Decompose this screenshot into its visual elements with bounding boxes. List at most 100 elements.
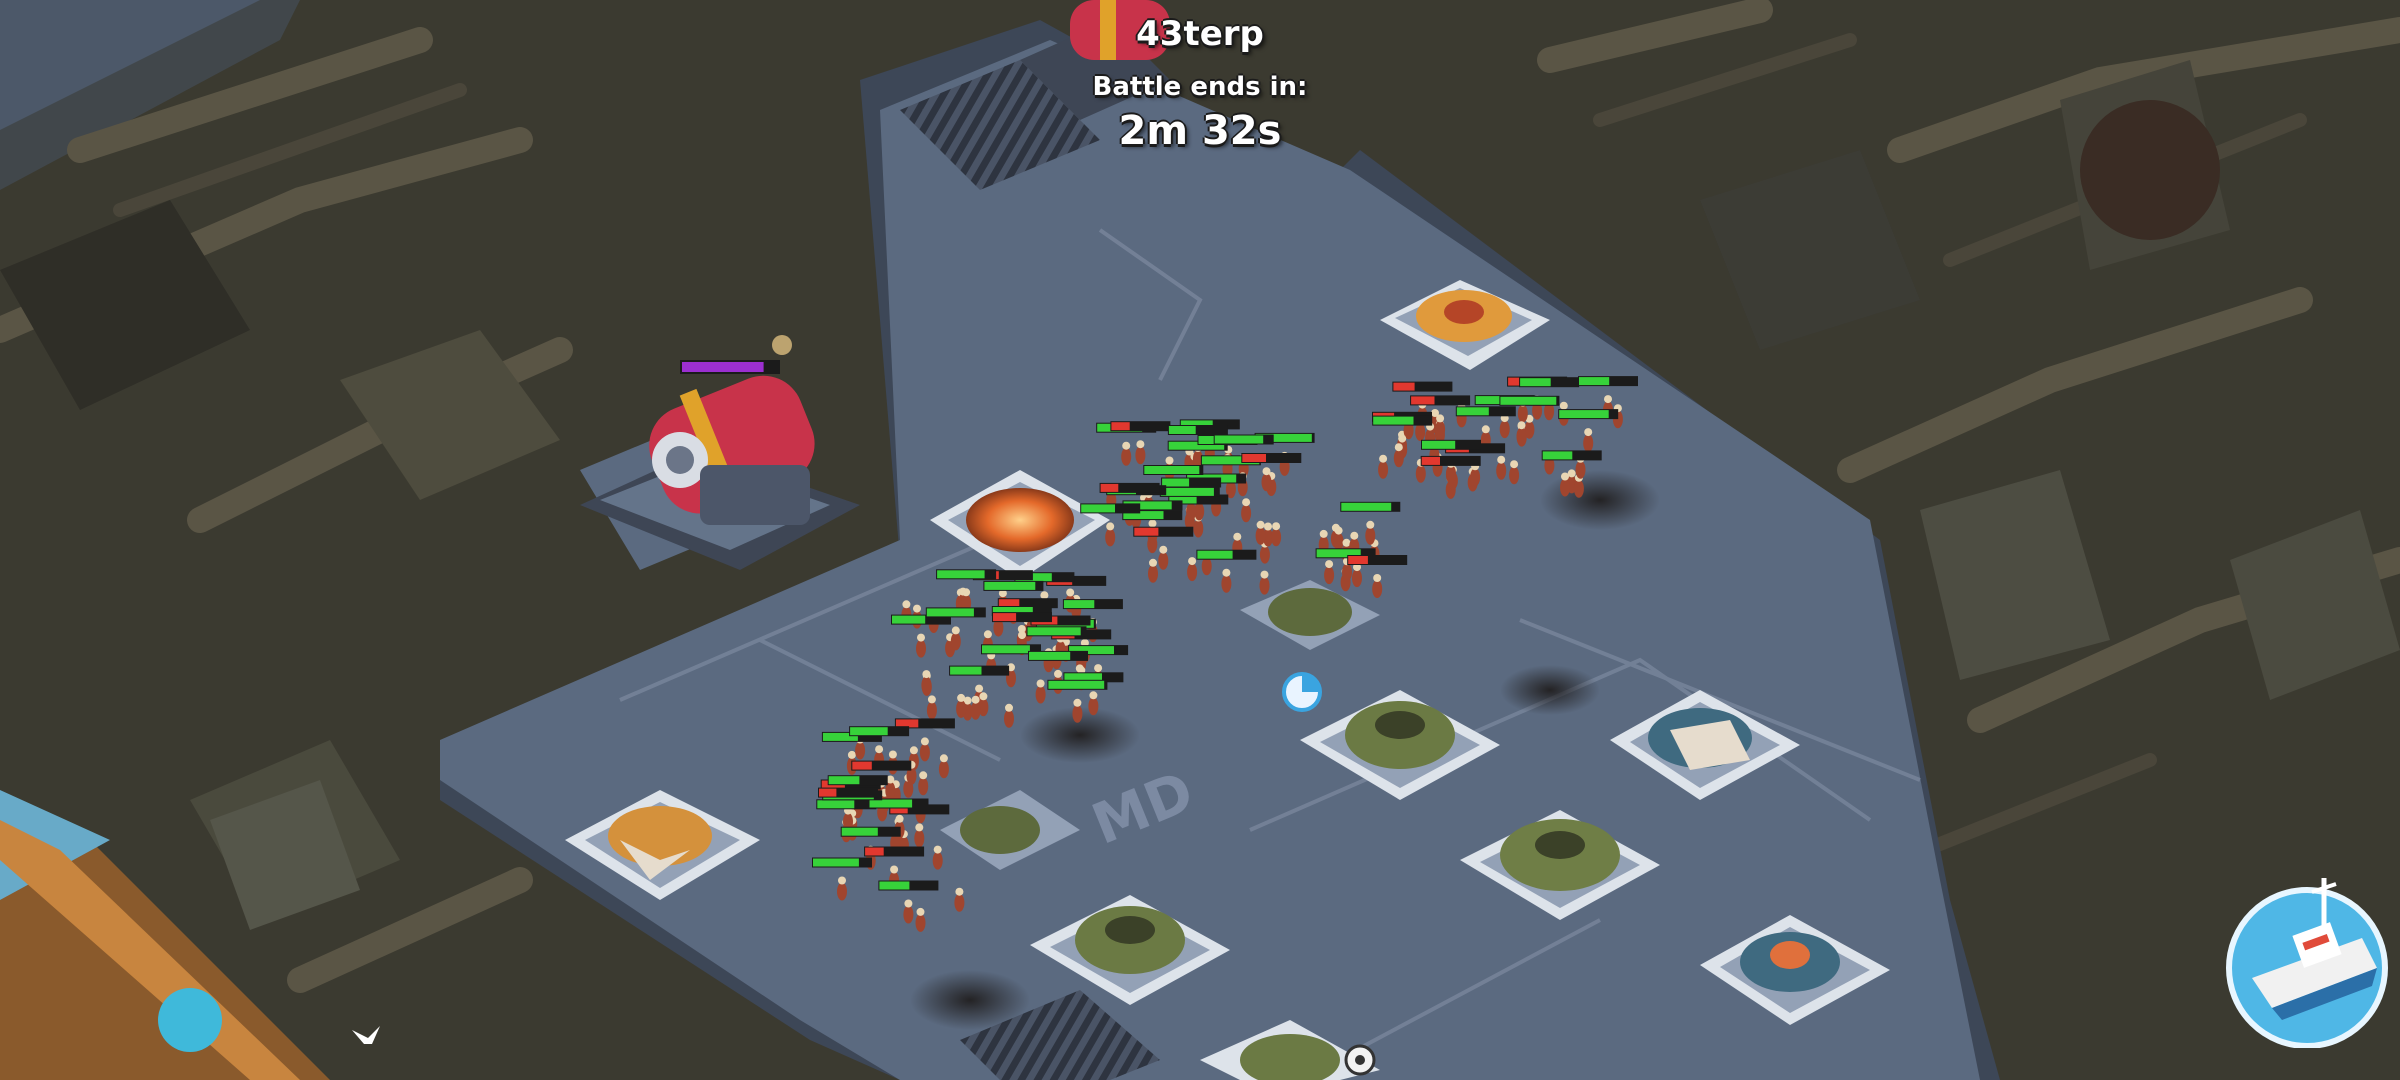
enemy-health-bar — [680, 360, 780, 374]
troop-health-bar-fill — [817, 800, 855, 809]
target-marker — [1344, 1044, 1376, 1076]
rifleman-head — [1319, 529, 1328, 538]
troop-health-bar-fill — [1081, 504, 1115, 513]
troop-health-bar-fill — [950, 666, 982, 675]
troop-health-bar-fill — [865, 847, 884, 856]
rifleman-unit — [1583, 434, 1594, 453]
troop-health-bar-fill — [1134, 527, 1159, 536]
troop-health-bar-fill — [1063, 600, 1095, 609]
rifleman-head — [957, 693, 966, 702]
troop-health-bar-fill — [813, 858, 859, 867]
troop-health-bar-fill — [1027, 627, 1081, 636]
rifleman-unit — [1445, 465, 1456, 484]
rifleman-head — [890, 865, 899, 874]
rifleman-head — [1604, 395, 1612, 404]
rifleman-head — [939, 754, 948, 763]
rifleman-head — [1036, 679, 1045, 688]
rifleman-head — [971, 695, 980, 704]
rifleman-head — [1089, 691, 1098, 700]
troop-health-bar-fill — [1421, 456, 1440, 465]
rifleman-unit — [956, 699, 967, 718]
troop-health-bar-fill — [1341, 502, 1392, 511]
rifleman-head — [1222, 568, 1231, 577]
rifleman-head — [1054, 669, 1062, 678]
rifleman-head — [1233, 532, 1242, 541]
rifleman-unit — [1261, 473, 1272, 492]
rifleman-unit — [950, 632, 961, 651]
rifleman-unit — [1393, 449, 1404, 468]
rifleman-head — [955, 887, 964, 896]
troop-health-bar-fill — [1542, 451, 1573, 460]
landing-craft-button[interactable] — [2212, 858, 2400, 1049]
boat-icon — [2226, 878, 2388, 1049]
rifleman-head — [1436, 414, 1445, 423]
troop-health-bar-fill — [1559, 410, 1609, 419]
rifleman-head — [1342, 538, 1351, 547]
troop-health-bar-fill — [1422, 440, 1456, 449]
rifleman-unit — [1121, 447, 1132, 466]
battle-scene[interactable]: MD — [0, 0, 2400, 1080]
troop-health-bar-fill — [1456, 407, 1489, 416]
rifleman-unit — [1470, 468, 1481, 487]
rifleman-unit — [938, 760, 949, 779]
troop-health-bar-fill — [1373, 416, 1414, 425]
rifleman-head — [913, 604, 921, 613]
troop-health-bar-fill — [819, 788, 837, 797]
rifleman-head — [1256, 520, 1265, 529]
rifleman-head — [1379, 454, 1388, 463]
rifleman-unit — [914, 829, 925, 848]
rifleman-head — [1510, 460, 1519, 469]
rifleman-head — [1188, 557, 1197, 566]
mortar-icon — [1416, 290, 1512, 342]
rifleman-unit — [1435, 420, 1446, 439]
rifleman-head — [838, 876, 846, 885]
rifleman-unit — [1271, 528, 1282, 547]
rifleman-unit — [1509, 466, 1520, 485]
rifleman-unit — [1259, 576, 1270, 595]
flare-marker[interactable] — [1282, 672, 1322, 712]
rifleman-unit — [1193, 519, 1204, 538]
troop-health-bar-fill — [1144, 466, 1200, 474]
rifleman-unit — [1365, 526, 1376, 545]
rifleman-head — [1159, 545, 1168, 554]
troop-health-bar-fill — [1579, 377, 1610, 386]
rifleman-head — [1394, 443, 1403, 452]
troop-health-bar-fill — [1100, 483, 1119, 492]
rifleman-head — [1325, 560, 1334, 569]
rifleman-head — [1398, 434, 1407, 443]
rifleman-unit — [1415, 464, 1426, 483]
rifleman-unit — [1499, 420, 1510, 439]
rifleman-head — [1334, 526, 1343, 535]
rifleman-unit — [1072, 704, 1083, 723]
troop-health-bar-fill — [879, 881, 910, 890]
flare-icon — [966, 488, 1074, 552]
rifleman-unit — [1088, 697, 1099, 716]
rifleman-unit — [1148, 564, 1158, 583]
rifleman-head — [1018, 631, 1026, 640]
troop-health-bar-fill — [1500, 396, 1557, 405]
rifleman-unit — [1004, 709, 1014, 728]
troop-health-bar-fill — [937, 570, 985, 579]
rifleman-unit — [916, 639, 926, 658]
troop-health-bar-fill — [1520, 378, 1551, 387]
rifleman-head — [904, 899, 913, 908]
rifleman-unit — [921, 676, 932, 695]
rifleman-head — [1073, 698, 1082, 707]
troop-health-bar-fill — [828, 776, 860, 785]
rifleman-head — [1005, 703, 1013, 712]
rifleman-head — [1584, 428, 1593, 437]
rifleman-unit — [1372, 580, 1383, 598]
rifleman-unit — [1158, 551, 1169, 570]
opponent-name: 43terp — [1136, 14, 1264, 54]
rifleman-unit — [1415, 423, 1426, 441]
rifleman-head — [962, 588, 971, 597]
rifleman-head — [1497, 455, 1506, 464]
rifleman-unit — [837, 882, 847, 901]
rifleman-head — [875, 745, 884, 754]
troop-health-bar-fill — [892, 615, 926, 624]
troop-health-bar-fill — [1242, 454, 1266, 462]
rifleman-unit — [954, 893, 965, 912]
rifleman-head — [975, 684, 984, 693]
rifleman-unit — [1255, 526, 1266, 545]
rifleman-unit — [1035, 685, 1046, 704]
